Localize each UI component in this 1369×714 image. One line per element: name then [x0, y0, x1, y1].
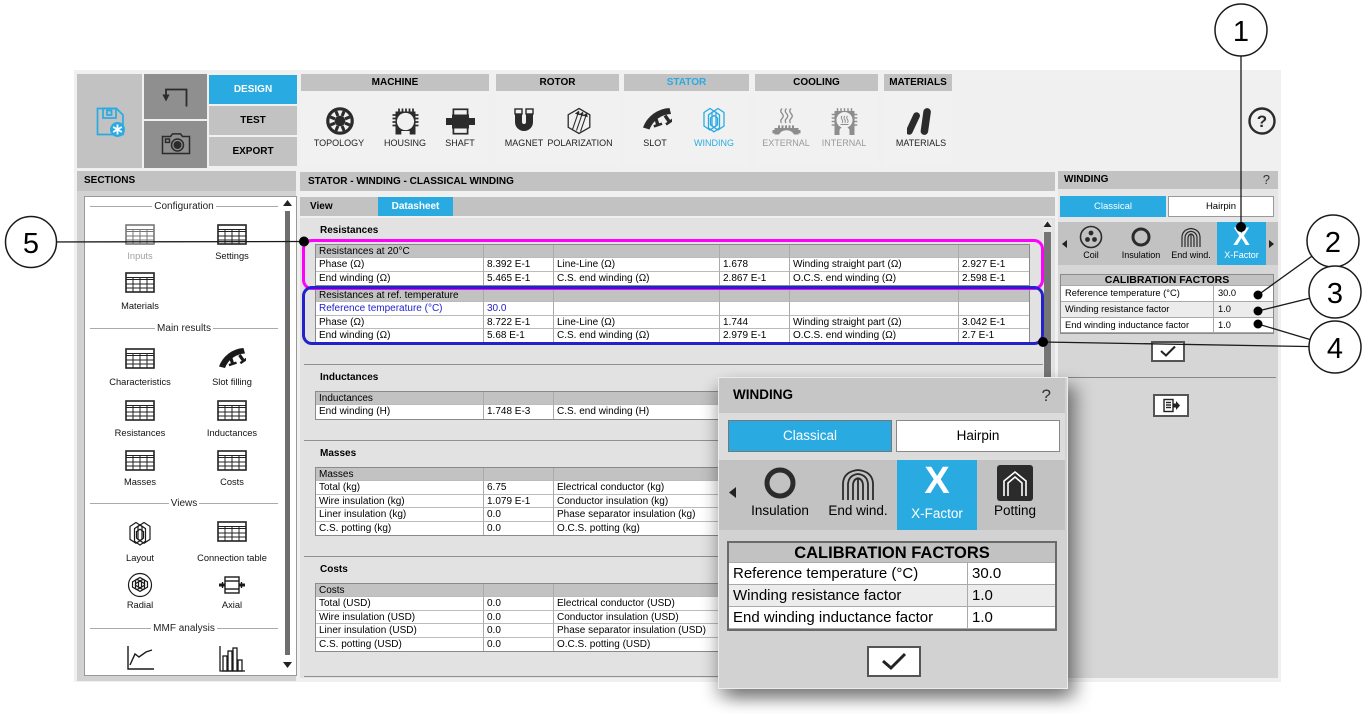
svg-text:1: 1: [1233, 16, 1249, 48]
svg-text:?: ?: [1257, 112, 1267, 131]
svg-text:2: 2: [1325, 227, 1341, 259]
svg-text:5: 5: [23, 228, 39, 260]
svg-text:3: 3: [1327, 278, 1343, 310]
svg-text:4: 4: [1327, 333, 1343, 365]
